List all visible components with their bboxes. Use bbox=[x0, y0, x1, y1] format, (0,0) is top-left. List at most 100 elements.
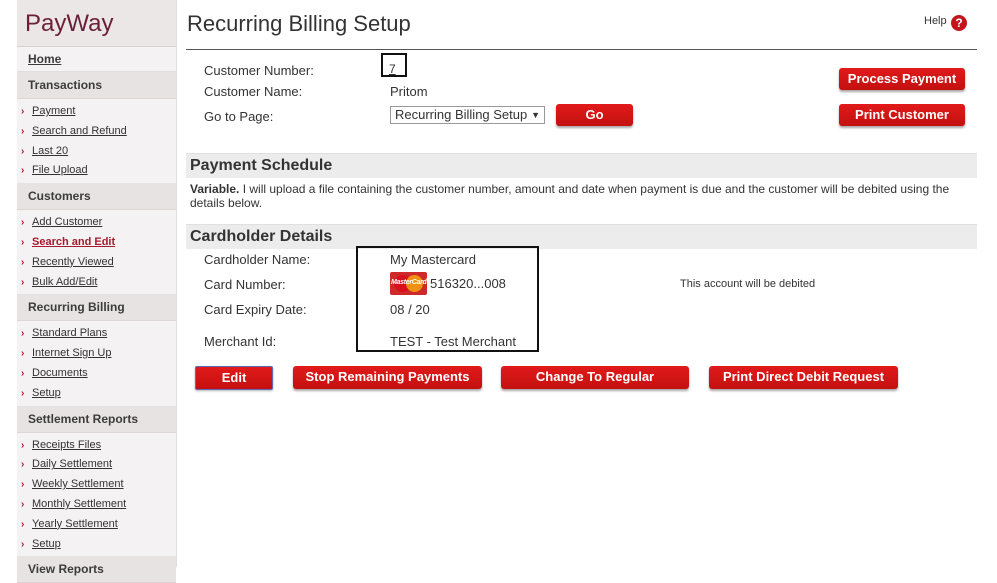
sidebar-section-header: Settlement Reports bbox=[17, 405, 176, 433]
cardholder-name-label: Cardholder Name: bbox=[204, 252, 311, 267]
schedule-text: I will upload a file containing the cust… bbox=[190, 182, 950, 210]
sidebar-item-label[interactable]: Payment bbox=[32, 105, 75, 117]
change-to-regular-button[interactable]: Change To Regular bbox=[501, 366, 689, 389]
goto-page-select[interactable]: Recurring Billing Setup ▼ bbox=[390, 106, 545, 124]
chevron-right-icon: › bbox=[21, 165, 25, 177]
sidebar-item-label[interactable]: Add Customer bbox=[32, 216, 102, 228]
sidebar-section-header: Customers bbox=[17, 183, 176, 211]
customer-number-label: Customer Number: bbox=[204, 63, 314, 78]
sidebar-section-header: Transactions bbox=[17, 72, 176, 99]
go-button[interactable]: Go bbox=[556, 104, 633, 126]
help-icon[interactable]: ? bbox=[951, 15, 967, 31]
sidebar-nav: Transactions › Payment › Search and Refund › L… bbox=[17, 72, 176, 583]
customer-name-label: Customer Name: bbox=[204, 84, 303, 99]
sidebar-item[interactable]: › Search and Edit bbox=[17, 233, 176, 253]
sidebar-item-label[interactable]: Weekly Settlement bbox=[32, 478, 124, 490]
sidebar-item-label[interactable]: Setup bbox=[32, 387, 61, 399]
payment-schedule-header: Payment Schedule bbox=[186, 153, 977, 178]
sidebar-item[interactable]: › Daily Settlement bbox=[17, 455, 176, 475]
payment-schedule-title: Payment Schedule bbox=[190, 157, 333, 174]
sidebar-item-label[interactable]: Search and Edit bbox=[32, 236, 115, 248]
sidebar-item[interactable]: › File Upload bbox=[17, 161, 176, 181]
sidebar-item[interactable]: › Standard Plans bbox=[17, 324, 176, 344]
chevron-right-icon: › bbox=[21, 459, 25, 471]
sidebar-item-label[interactable]: Internet Sign Up bbox=[32, 347, 112, 359]
schedule-type: Variable. bbox=[190, 182, 240, 196]
sidebar-item-home[interactable]: Home bbox=[17, 47, 176, 72]
cardholder-details-header: Cardholder Details bbox=[186, 224, 977, 249]
chevron-right-icon: › bbox=[21, 348, 25, 360]
chevron-right-icon: › bbox=[21, 387, 25, 399]
sidebar-item-label[interactable]: File Upload bbox=[32, 164, 88, 176]
title-divider bbox=[186, 49, 977, 50]
chevron-right-icon: › bbox=[21, 367, 25, 379]
edit-button[interactable]: Edit bbox=[195, 366, 273, 390]
sidebar-item-label[interactable]: Yearly Settlement bbox=[32, 518, 118, 530]
chevron-right-icon: › bbox=[21, 498, 25, 510]
card-number-value: 516320...008 bbox=[430, 276, 506, 291]
chevron-right-icon: › bbox=[21, 518, 25, 530]
sidebar-item[interactable]: › Setup bbox=[17, 535, 176, 555]
mastercard-icon: MasterCard bbox=[390, 272, 427, 295]
merchant-id-label: Merchant Id: bbox=[204, 334, 277, 349]
sidebar-item[interactable]: › Receipts Files bbox=[17, 436, 176, 456]
chevron-right-icon: › bbox=[21, 256, 25, 268]
sidebar-item[interactable]: › Payment bbox=[17, 102, 176, 122]
chevron-right-icon: › bbox=[21, 276, 25, 288]
sidebar-item[interactable]: › Yearly Settlement bbox=[17, 515, 176, 535]
merchant-id-value: TEST - Test Merchant bbox=[390, 334, 516, 349]
sidebar-item-label[interactable]: Monthly Settlement bbox=[32, 498, 126, 510]
chevron-right-icon: › bbox=[21, 145, 25, 157]
chevron-right-icon: › bbox=[21, 236, 25, 248]
sidebar-item[interactable]: › Last 20 bbox=[17, 142, 176, 162]
sidebar-item[interactable]: › Documents bbox=[17, 364, 176, 384]
sidebar-gutter bbox=[0, 0, 16, 567]
sidebar-item-label[interactable]: Recently Viewed bbox=[32, 256, 114, 268]
sidebar-section-header: Recurring Billing bbox=[17, 294, 176, 322]
goto-page-label: Go to Page: bbox=[204, 109, 274, 124]
card-expiry-label: Card Expiry Date: bbox=[204, 302, 307, 317]
sidebar-item-label[interactable]: Receipts Files bbox=[32, 439, 101, 451]
sidebar-item[interactable]: › Recently Viewed bbox=[17, 253, 176, 273]
sidebar-item[interactable]: › Monthly Settlement bbox=[17, 495, 176, 515]
debit-note: This account will be debited bbox=[680, 278, 816, 290]
cardholder-name-value: My Mastercard bbox=[390, 252, 476, 267]
chevron-right-icon: › bbox=[21, 217, 25, 229]
sidebar-item-label[interactable]: Search and Refund bbox=[32, 125, 127, 137]
sidebar-item[interactable]: › Add Customer bbox=[17, 213, 176, 233]
sidebar-item-label[interactable]: Last 20 bbox=[32, 145, 68, 157]
sidebar-section-header: View Reports bbox=[17, 556, 176, 583]
chevron-right-icon: › bbox=[21, 106, 25, 117]
chevron-right-icon: › bbox=[21, 439, 25, 451]
sidebar-item-label[interactable]: Documents bbox=[32, 367, 88, 379]
print-customer-button[interactable]: Print Customer bbox=[839, 104, 965, 126]
sidebar-item[interactable]: › Setup bbox=[17, 384, 176, 404]
sidebar-item[interactable]: › Search and Refund bbox=[17, 122, 176, 142]
sidebar-panel: PayWay Home Transactions › Payment › Search … bbox=[17, 0, 177, 583]
print-direct-debit-button[interactable]: Print Direct Debit Request bbox=[709, 366, 898, 389]
chevron-right-icon: › bbox=[21, 328, 25, 340]
chevron-right-icon: › bbox=[21, 125, 25, 137]
help-link[interactable]: Help bbox=[924, 15, 947, 27]
card-number-label: Card Number: bbox=[204, 277, 286, 292]
chevron-right-icon: › bbox=[21, 479, 25, 491]
sidebar-item-label[interactable]: Daily Settlement bbox=[32, 458, 112, 470]
payment-schedule-description: Variable. I will upload a file containin… bbox=[190, 182, 970, 210]
sidebar-item[interactable]: › Internet Sign Up bbox=[17, 344, 176, 364]
sidebar-item[interactable]: › Weekly Settlement bbox=[17, 475, 176, 495]
process-payment-button[interactable]: Process Payment bbox=[839, 68, 965, 90]
sidebar-item-label[interactable]: Bulk Add/Edit bbox=[32, 276, 97, 288]
customer-number-value[interactable]: 7 bbox=[389, 62, 396, 76]
cardholder-details-title: Cardholder Details bbox=[190, 228, 333, 245]
customer-name-value: Pritom bbox=[390, 84, 428, 99]
chevron-right-icon: › bbox=[21, 538, 25, 550]
goto-page-selected: Recurring Billing Setup bbox=[395, 107, 528, 122]
dropdown-arrow-icon: ▼ bbox=[531, 110, 540, 120]
brand-logo[interactable]: PayWay bbox=[17, 0, 176, 47]
stop-remaining-payments-button[interactable]: Stop Remaining Payments bbox=[293, 366, 482, 389]
sidebar-item-label[interactable]: Standard Plans bbox=[32, 327, 107, 339]
page-title: Recurring Billing Setup bbox=[187, 11, 411, 36]
main-content: Recurring Billing Setup Help ? Customer … bbox=[178, 0, 997, 567]
sidebar-item[interactable]: › Bulk Add/Edit bbox=[17, 273, 176, 293]
sidebar-item-label[interactable]: Setup bbox=[32, 538, 61, 550]
